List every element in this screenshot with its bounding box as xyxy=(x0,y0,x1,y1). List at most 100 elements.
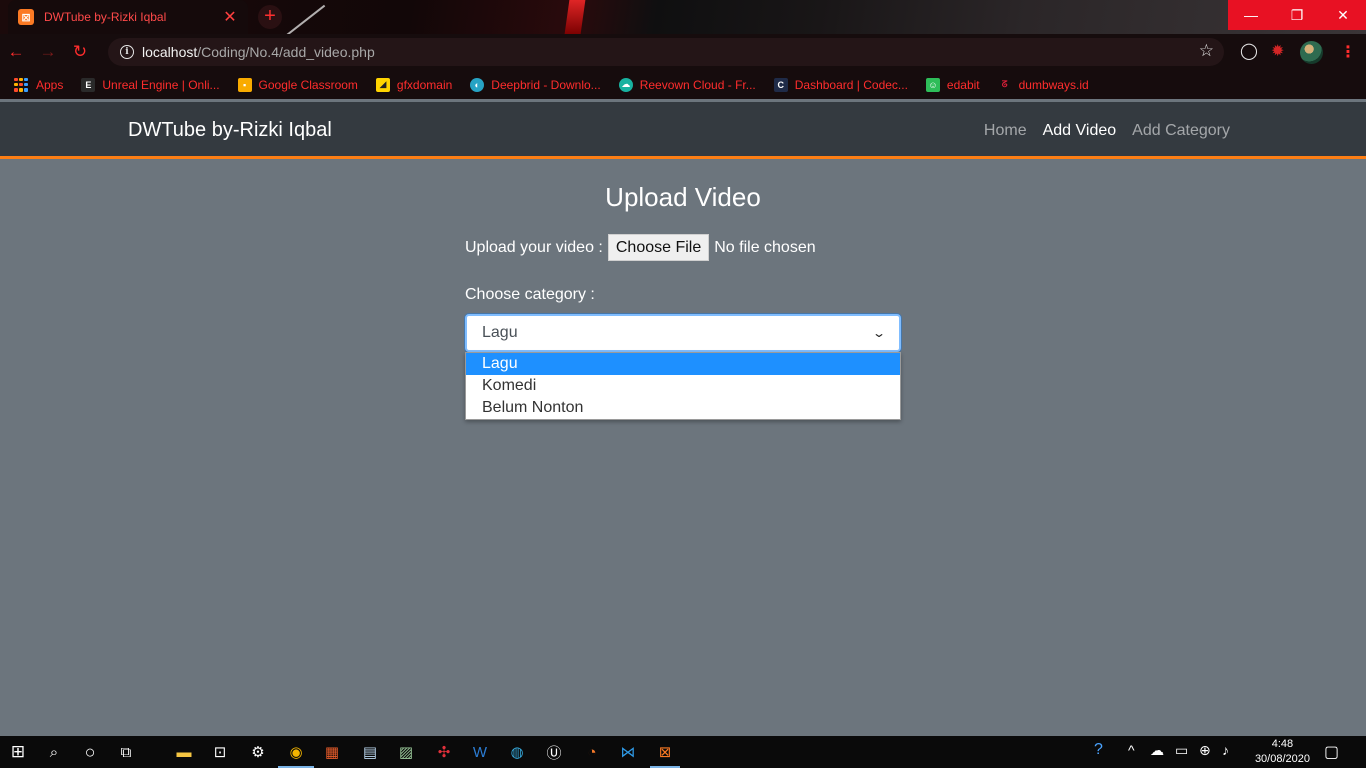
bookmark-dumbways[interactable]: ᘔ dumbways.id xyxy=(998,78,1089,92)
red-app-icon[interactable]: ✣ xyxy=(432,740,456,764)
chevron-up-icon[interactable]: ^ xyxy=(1128,742,1135,758)
apps-grid-icon xyxy=(14,77,28,92)
restore-button[interactable]: ❐ xyxy=(1274,0,1320,30)
bookmark-deepbrid[interactable]: ◐ Deepbrid - Downlo... xyxy=(470,77,601,92)
new-tab-button[interactable]: + xyxy=(258,5,282,29)
file-explorer-icon[interactable]: ▬ xyxy=(172,740,196,764)
url-text[interactable]: localhost/Coding/No.4/add_video.php xyxy=(142,44,375,60)
tab-title: DWTube by-Rizki Iqbal xyxy=(44,10,167,24)
category-option[interactable]: Lagu xyxy=(466,353,900,375)
site-navbar: DWTube by-Rizki Iqbal Home Add Video Add… xyxy=(0,102,1366,159)
category-selected-value: Lagu xyxy=(482,324,518,341)
nav-add-video[interactable]: Add Video xyxy=(1043,122,1117,140)
bookmark-unreal[interactable]: E Unreal Engine | Onli... xyxy=(81,77,220,92)
wallpaper-line xyxy=(276,4,326,34)
network-icon[interactable]: ⊕ xyxy=(1199,742,1211,759)
window-controls: — ❐ ✕ xyxy=(1228,0,1366,30)
forward-icon[interactable]: → xyxy=(32,42,64,62)
word-icon[interactable]: W xyxy=(468,740,492,764)
photos-icon[interactable]: ▨ xyxy=(394,740,418,764)
category-dropdown: Lagu Komedi Belum Nonton xyxy=(465,352,901,420)
edge-icon[interactable]: ◍ xyxy=(505,740,529,764)
bookmark-label: dumbways.id xyxy=(1018,77,1089,92)
notepad-icon[interactable]: ▤ xyxy=(358,740,382,764)
wallpaper-streak xyxy=(564,0,586,34)
category-label: Choose category : xyxy=(465,286,595,303)
back-icon[interactable]: ← xyxy=(0,42,32,62)
bookmark-gfxdomain[interactable]: ◢ gfxdomain xyxy=(375,77,453,92)
bookmark-label: gfxdomain xyxy=(396,77,453,92)
upload-row: Upload your video : Choose File No file … xyxy=(465,234,816,261)
cloud-icon: ☁ xyxy=(618,77,633,92)
page-title: Upload Video xyxy=(605,182,761,212)
bookmark-apps[interactable]: Apps xyxy=(14,77,63,92)
category-option[interactable]: Komedi xyxy=(466,375,900,397)
vscode-icon[interactable]: ⋈ xyxy=(616,740,640,764)
upload-label: Upload your video : xyxy=(465,238,603,256)
reload-icon[interactable]: ↻ xyxy=(64,42,96,62)
task-view-icon[interactable]: ⧉ xyxy=(114,740,138,764)
bookmark-edabit[interactable]: ☺ edabit xyxy=(925,77,980,92)
profile-avatar[interactable] xyxy=(1300,41,1323,64)
epic-icon: E xyxy=(81,77,96,92)
no-file-text: No file chosen xyxy=(714,238,816,256)
bookmark-reevown[interactable]: ☁ Reevown Cloud - Fr... xyxy=(618,77,756,92)
bookmark-label: Reevown Cloud - Fr... xyxy=(639,77,756,92)
bookmark-label: edabit xyxy=(946,77,980,92)
xampp-icon: ⊠ xyxy=(18,9,34,25)
nav-links: Home Add Video Add Category xyxy=(984,122,1230,140)
bookmark-classroom[interactable]: ▪ Google Classroom xyxy=(237,77,358,92)
category-select[interactable]: Lagu ⌄ xyxy=(465,314,901,352)
chrome-icon[interactable]: ◉ xyxy=(284,740,308,764)
bookmark-label: Google Classroom xyxy=(258,77,358,92)
nav-add-category[interactable]: Add Category xyxy=(1132,122,1230,140)
bookmark-label: Dashboard | Codec... xyxy=(794,77,908,92)
clock-time: 4:48 xyxy=(1271,738,1294,750)
colorful-app-icon[interactable]: ▦ xyxy=(320,740,344,764)
help-icon[interactable]: ? xyxy=(1094,741,1103,759)
volume-icon[interactable]: ♪ xyxy=(1222,742,1229,758)
url-path: /Coding/No.4/add_video.php xyxy=(197,44,375,60)
onedrive-icon[interactable]: ☁ xyxy=(1150,742,1164,759)
taskbar-clock[interactable]: 4:48 30/08/2020 xyxy=(1255,737,1310,767)
close-tab-icon[interactable]: ✕ xyxy=(222,7,238,27)
minimize-button[interactable]: — xyxy=(1228,0,1274,30)
browser-tab[interactable]: ⊠ DWTube by-Rizki Iqbal ✕ xyxy=(8,0,248,34)
deepbrid-icon: ◐ xyxy=(470,77,485,92)
battery-icon[interactable]: ▭ xyxy=(1175,742,1188,759)
puzzle-extension-icon[interactable]: ✹ xyxy=(1271,41,1284,61)
site-brand[interactable]: DWTube by-Rizki Iqbal xyxy=(128,119,332,142)
bookmarks-bar: Apps E Unreal Engine | Onli... ▪ Google … xyxy=(0,70,1366,99)
store-icon[interactable]: ⊡ xyxy=(208,740,232,764)
taskbar: ⊞ ⌕ ○ ⧉ ▬ ⊡ ⚙ ◉ ▦ ▤ ▨ ✣ W ◍ Ⓤ ◔ ⋈ ⊠ ? ^ … xyxy=(0,736,1366,768)
close-window-button[interactable]: ✕ xyxy=(1320,0,1366,30)
settings-icon[interactable]: ⚙ xyxy=(246,740,270,764)
nav-home[interactable]: Home xyxy=(984,122,1027,140)
edabit-icon: ☺ xyxy=(925,77,940,92)
choose-file-button[interactable]: Choose File xyxy=(607,234,710,261)
category-option[interactable]: Belum Nonton xyxy=(466,397,900,419)
unreal-icon[interactable]: Ⓤ xyxy=(542,740,566,764)
address-bar[interactable]: i localhost/Coding/No.4/add_video.php ☆ xyxy=(108,38,1224,66)
search-icon[interactable]: ⌕ xyxy=(42,740,66,764)
menu-kebab-icon[interactable]: ⋮ xyxy=(1340,42,1356,62)
browser-titlebar: ⊠ DWTube by-Rizki Iqbal ✕ + — ❐ ✕ xyxy=(0,0,1366,34)
info-icon[interactable]: i xyxy=(120,45,134,59)
dumbways-icon: ᘔ xyxy=(1001,79,1008,89)
url-host: localhost xyxy=(142,44,198,60)
classroom-icon: ▪ xyxy=(237,77,252,92)
chevron-down-icon: ⌄ xyxy=(871,326,887,340)
clock-date: 30/08/2020 xyxy=(1254,753,1310,765)
windows-start-icon[interactable]: ⊞ xyxy=(6,740,30,764)
cortana-icon[interactable]: ○ xyxy=(78,740,102,764)
search-extension-icon[interactable]: ◯ xyxy=(1240,41,1258,61)
xampp-taskbar-icon[interactable]: ⊠ xyxy=(653,740,677,764)
browser-toolbar: ← → ↻ i localhost/Coding/No.4/add_video.… xyxy=(0,34,1366,70)
bookmark-star-icon[interactable]: ☆ xyxy=(1199,41,1214,61)
gfx-icon: ◢ xyxy=(375,77,390,92)
bookmark-label: Deepbrid - Downlo... xyxy=(491,77,601,92)
bookmark-label: Unreal Engine | Onli... xyxy=(102,77,220,92)
blender-icon[interactable]: ◔ xyxy=(580,740,604,764)
notification-icon[interactable]: ▢ xyxy=(1324,742,1339,762)
bookmark-codecademy[interactable]: C Dashboard | Codec... xyxy=(773,77,908,92)
